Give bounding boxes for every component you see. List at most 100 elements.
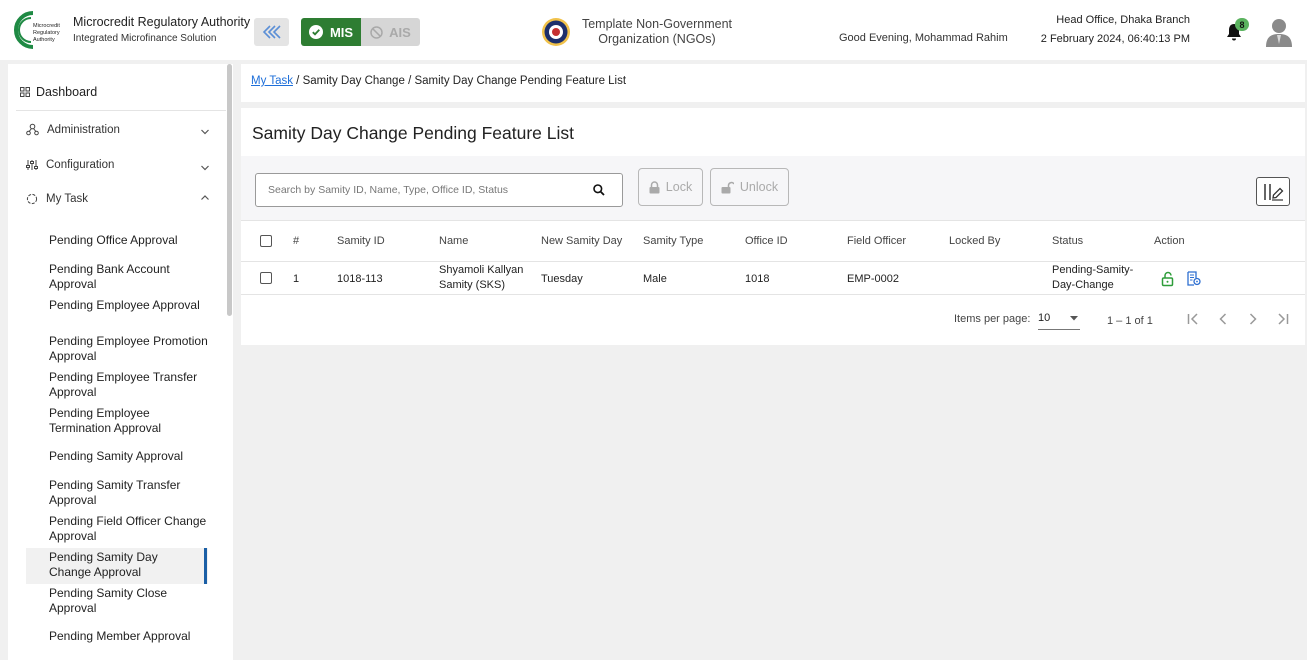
search-icon[interactable] <box>592 183 606 197</box>
table-row[interactable]: 1 1018-113 Shyamoli Kallyan Samity (SKS)… <box>241 262 1305 295</box>
select-all-checkbox[interactable] <box>260 235 272 247</box>
sidebar-item-pending-employee-promotion-approval[interactable]: Pending Employee Promotion Approval <box>49 334 209 364</box>
sidebar-item-pending-field-officer-change-approval[interactable]: Pending Field Officer Change Approval <box>49 514 209 544</box>
sidebar-item-pending-employee-approval[interactable]: Pending Employee Approval <box>49 298 209 313</box>
dropdown-arrow-icon <box>1070 316 1078 321</box>
search-box <box>255 173 623 207</box>
last-page-icon[interactable] <box>1275 311 1291 327</box>
page-range-label: 1 – 1 of 1 <box>1107 315 1153 327</box>
top-header: Microcredit Regulatory Authority Microcr… <box>0 0 1307 60</box>
column-header-name[interactable]: Name <box>439 234 468 249</box>
table-toolbar: Lock Unlock <box>241 156 1305 220</box>
sidebar-item-pending-employee-transfer-approval[interactable]: Pending Employee Transfer Approval <box>49 370 209 400</box>
page-title: Samity Day Change Pending Feature List <box>252 123 574 143</box>
row-samity-id: 1018-113 <box>337 273 383 285</box>
ais-toggle-button[interactable]: AIS <box>361 18 420 46</box>
search-input[interactable] <box>268 174 588 206</box>
row-status: Pending-Samity-Day-Change <box>1052 264 1134 291</box>
current-datetime: 2 February 2024, 06:40:13 PM <box>1040 33 1190 45</box>
block-icon <box>370 25 383 39</box>
row-office-id: 1018 <box>745 273 770 285</box>
sidebar-section-my-task[interactable]: My Task <box>26 193 88 205</box>
svg-text:Authority: Authority <box>33 37 55 43</box>
sidebar-item-pending-employee-termination-approval[interactable]: Pending Employee Termination Approval <box>49 406 209 436</box>
column-settings-button[interactable] <box>1256 177 1290 206</box>
svg-text:Microcredit: Microcredit <box>33 23 60 29</box>
brand-title: Microcredit Regulatory Authority <box>73 15 251 29</box>
column-header-office-id[interactable]: Office ID <box>745 234 788 249</box>
sidebar-item-pending-office-approval[interactable]: Pending Office Approval <box>49 233 209 248</box>
notification-count-badge: 8 <box>1235 18 1249 31</box>
items-per-page-value: 10 <box>1038 312 1051 324</box>
column-header-index: # <box>293 235 300 247</box>
first-page-icon[interactable] <box>1185 311 1201 327</box>
unlock-button[interactable]: Unlock <box>710 168 789 206</box>
details-icon[interactable] <box>1187 271 1201 286</box>
row-index: 1 <box>293 273 300 285</box>
column-header-action: Action <box>1154 235 1185 247</box>
sidebar-scrollbar[interactable] <box>227 64 232 316</box>
row-new-samity-day: Tuesday <box>541 273 583 285</box>
breadcrumb-separator: / <box>408 75 412 87</box>
sidebar-item-pending-samity-close-approval[interactable]: Pending Samity Close Approval <box>49 586 209 616</box>
ais-label: AIS <box>389 24 411 40</box>
task-icon <box>26 193 38 205</box>
sidebar-item-pending-samity-day-change-approval[interactable]: Pending Samity Day Change Approval <box>49 550 199 580</box>
row-checkbox[interactable] <box>260 272 272 284</box>
previous-page-icon[interactable] <box>1215 311 1231 327</box>
mis-toggle-button[interactable]: MIS <box>301 18 361 46</box>
sidebar: Dashboard Administration Configuration M… <box>8 64 233 660</box>
mis-label: MIS <box>329 24 354 40</box>
sidebar-section-administration[interactable]: Administration <box>26 123 120 136</box>
breadcrumb-link-my-task[interactable]: My Task <box>251 75 293 87</box>
brand-subtitle: Integrated Microfinance Solution <box>73 33 217 44</box>
sidebar-item-dashboard[interactable]: Dashboard <box>20 85 97 99</box>
edit-columns-icon <box>1264 183 1284 201</box>
lock-icon <box>649 180 660 193</box>
dashboard-label: Dashboard <box>36 85 98 99</box>
column-header-new-samity-day[interactable]: New Samity Day <box>541 234 622 249</box>
sidebar-item-pending-member-approval[interactable]: Pending Member Approval <box>49 629 209 644</box>
items-per-page-select[interactable]: 10 <box>1038 308 1080 330</box>
row-field-officer: EMP-0002 <box>847 273 899 285</box>
user-avatar-icon[interactable] <box>1265 17 1293 47</box>
organization-name: Template Non-Government Organization (NG… <box>581 17 733 46</box>
admin-icon <box>26 123 39 136</box>
lock-button[interactable]: Lock <box>638 168 703 206</box>
sidebar-active-indicator <box>204 548 207 584</box>
row-samity-type: Male <box>643 273 667 285</box>
data-table: # Samity ID Name New Samity Day Samity T… <box>241 220 1305 295</box>
row-name: Shyamoli Kallyan Samity (SKS) <box>439 264 524 291</box>
double-chevron-left-icon <box>262 25 281 39</box>
check-circle-icon <box>308 25 323 39</box>
unlock-icon[interactable] <box>1161 271 1175 287</box>
column-header-status[interactable]: Status <box>1052 234 1083 249</box>
unlock-label: Unlock <box>739 180 779 194</box>
chevron-down-icon[interactable] <box>200 127 210 137</box>
sliders-icon <box>26 160 38 170</box>
next-page-icon[interactable] <box>1245 311 1261 327</box>
collapse-sidebar-button[interactable] <box>254 18 289 46</box>
sidebar-section-configuration[interactable]: Configuration <box>26 159 114 171</box>
svg-text:Regulatory: Regulatory <box>33 30 60 36</box>
chevron-down-icon[interactable] <box>200 163 210 173</box>
sidebar-item-pending-samity-approval[interactable]: Pending Samity Approval <box>49 449 209 464</box>
column-header-samity-id[interactable]: Samity ID <box>337 234 385 249</box>
grid-icon <box>20 87 30 97</box>
breadcrumb-item: Samity Day Change <box>302 75 405 87</box>
column-header-field-officer[interactable]: Field Officer <box>847 234 906 249</box>
branch-name: Head Office, Dhaka Branch <box>1056 14 1190 26</box>
breadcrumb: My Task / Samity Day Change / Samity Day… <box>241 64 1305 102</box>
chevron-up-icon[interactable] <box>200 193 210 203</box>
table-header-row: # Samity ID Name New Samity Day Samity T… <box>241 220 1305 262</box>
sidebar-item-pending-bank-account-approval[interactable]: Pending Bank Account Approval <box>49 262 209 292</box>
mra-logo: Microcredit Regulatory Authority <box>14 11 60 49</box>
column-header-samity-type[interactable]: Samity Type <box>643 234 703 249</box>
main-content: Samity Day Change Pending Feature List L… <box>241 108 1305 345</box>
sidebar-item-pending-samity-transfer-approval[interactable]: Pending Samity Transfer Approval <box>49 478 209 508</box>
column-header-locked-by[interactable]: Locked By <box>949 234 1000 249</box>
section-label-configuration: Configuration <box>46 159 115 171</box>
unlock-icon <box>721 181 734 193</box>
paginator: Items per page: 10 1 – 1 of 1 <box>241 296 1305 336</box>
section-label-my-task: My Task <box>46 193 88 205</box>
